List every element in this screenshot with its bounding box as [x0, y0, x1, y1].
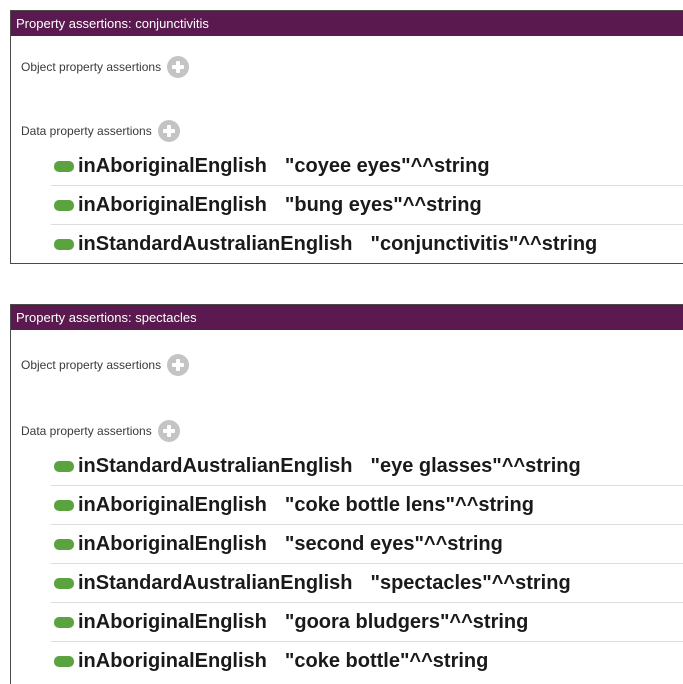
- property-name: inAboriginalEnglish: [78, 532, 267, 555]
- data-property-assertions-section: Data property assertions: [21, 420, 180, 442]
- panel-title: Property assertions: spectacles: [11, 305, 683, 330]
- data-property-icon: [54, 577, 74, 589]
- property-value: "coyee eyes"^^string: [284, 154, 490, 177]
- data-property-row[interactable]: inStandardAustralianEnglish "eye glasses…: [51, 447, 683, 486]
- data-property-icon: [54, 499, 74, 511]
- section-label: Object property assertions: [21, 60, 162, 74]
- property-value: "goora bludgers"^^string: [284, 610, 529, 633]
- property-value: "eye glasses"^^string: [370, 454, 581, 477]
- property-value: "conjunctivitis"^^string: [370, 233, 598, 255]
- object-property-assertions-section: Object property assertions: [21, 56, 190, 78]
- add-data-property-icon[interactable]: [157, 120, 180, 142]
- property-name: inStandardAustralianEnglish: [78, 454, 353, 477]
- data-property-row[interactable]: inAboriginalEnglish "coke bottle lens"^^…: [51, 486, 683, 525]
- data-property-row[interactable]: inAboriginalEnglish "bung eyes"^^string: [51, 186, 683, 225]
- section-label: Data property assertions: [21, 124, 152, 138]
- property-name: inStandardAustralianEnglish: [78, 233, 353, 255]
- property-value: "coke bottle lens"^^string: [284, 493, 534, 516]
- data-property-icon: [54, 656, 74, 667]
- add-object-property-icon[interactable]: [167, 56, 190, 78]
- data-property-assertions-section: Data property assertions: [21, 120, 180, 142]
- data-property-list: inStandardAustralianEnglish "eye glasses…: [51, 447, 683, 681]
- property-value: "coke bottle"^^string: [284, 650, 489, 672]
- property-name: inStandardAustralianEnglish: [78, 571, 353, 594]
- data-property-icon: [54, 239, 74, 250]
- property-name: inAboriginalEnglish: [78, 154, 267, 177]
- property-value: "spectacles"^^string: [370, 571, 571, 594]
- section-label: Object property assertions: [21, 358, 162, 372]
- data-property-icon: [54, 160, 74, 172]
- data-property-row[interactable]: inStandardAustralianEnglish "conjunctivi…: [51, 225, 683, 264]
- property-value: "second eyes"^^string: [284, 532, 503, 555]
- section-label: Data property assertions: [21, 424, 152, 438]
- property-name: inAboriginalEnglish: [78, 610, 267, 633]
- property-assertions-panel-conjunctivitis: Property assertions: conjunctivitis Obje…: [10, 10, 683, 264]
- data-property-row[interactable]: inAboriginalEnglish "second eyes"^^strin…: [51, 525, 683, 564]
- property-value: "bung eyes"^^string: [284, 193, 482, 216]
- property-name: inAboriginalEnglish: [78, 193, 267, 216]
- add-data-property-icon[interactable]: [157, 420, 180, 442]
- data-property-icon: [54, 460, 74, 472]
- object-property-assertions-section: Object property assertions: [21, 354, 190, 376]
- data-property-row[interactable]: inAboriginalEnglish "goora bludgers"^^st…: [51, 603, 683, 642]
- property-name: inAboriginalEnglish: [78, 650, 267, 672]
- data-property-row[interactable]: inStandardAustralianEnglish "spectacles"…: [51, 564, 683, 603]
- data-property-row[interactable]: inAboriginalEnglish "coke bottle"^^strin…: [51, 642, 683, 681]
- data-property-row[interactable]: inAboriginalEnglish "coyee eyes"^^string: [51, 147, 683, 186]
- data-property-icon: [54, 199, 74, 211]
- data-property-icon: [54, 538, 74, 550]
- property-name: inAboriginalEnglish: [78, 493, 267, 516]
- property-assertions-panel-spectacles: Property assertions: spectacles Object p…: [10, 304, 683, 684]
- data-property-list: inAboriginalEnglish "coyee eyes"^^string…: [51, 147, 683, 264]
- panel-title: Property assertions: conjunctivitis: [11, 11, 683, 36]
- data-property-icon: [54, 616, 74, 628]
- add-object-property-icon[interactable]: [167, 354, 190, 376]
